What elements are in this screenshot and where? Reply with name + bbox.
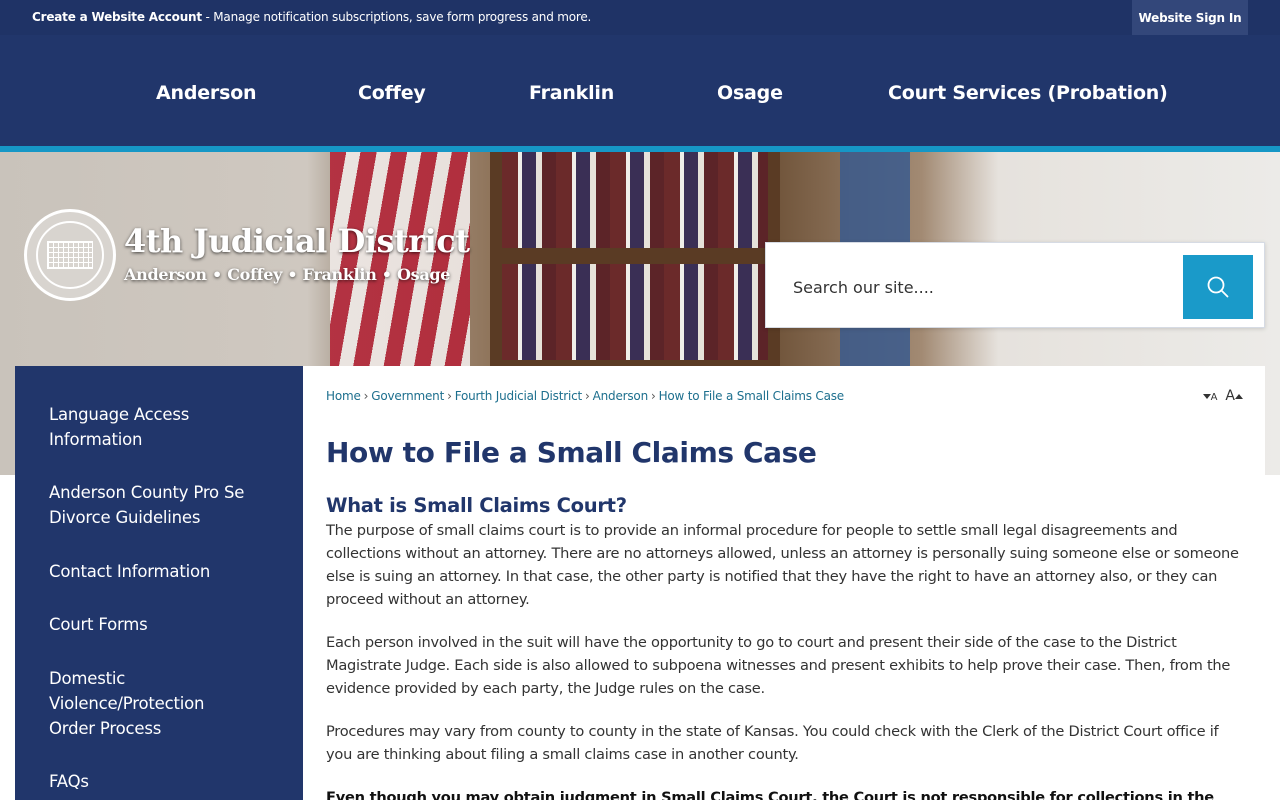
caret-down-icon <box>1202 394 1211 399</box>
nav-item-coffey[interactable]: Coffey <box>358 82 426 104</box>
increase-font-label: A <box>1225 388 1235 404</box>
kansas-map-icon <box>47 241 93 269</box>
top-utility-bar: Create a Website Account - Manage notifi… <box>0 0 1280 35</box>
sidebar-item-domestic-violence[interactable]: Domestic Violence/Protection Order Proce… <box>49 666 239 741</box>
decrease-font-size-button[interactable]: A <box>1202 392 1218 403</box>
website-sign-in-button[interactable]: Website Sign In <box>1132 0 1248 35</box>
breadcrumb-current-page[interactable]: How to File a Small Claims Case <box>659 389 845 403</box>
site-logo-title[interactable]: 4th Judicial District <box>124 222 470 260</box>
main-content: Home › Government › Fourth Judicial District… <box>303 366 1265 800</box>
breadcrumb-home[interactable]: Home <box>326 389 361 403</box>
sidebar-item-pro-se-divorce[interactable]: Anderson County Pro Se Divorce Guideline… <box>49 480 279 530</box>
paragraph-collections-notice: Even though you may obtain judgment in S… <box>326 789 1214 800</box>
sidebar-item-language-access[interactable]: Language Access Information <box>49 402 279 452</box>
search-button[interactable] <box>1183 255 1253 319</box>
site-search <box>765 242 1265 328</box>
seal-inner-ring <box>36 221 104 289</box>
decrease-font-label: A <box>1210 392 1218 403</box>
breadcrumb-government[interactable]: Government <box>371 389 444 403</box>
sidebar-item-faqs[interactable]: FAQs <box>49 769 279 794</box>
page-title: How to File a Small Claims Case <box>326 436 817 469</box>
paragraph-purpose: The purpose of small claims court is to … <box>326 522 1239 608</box>
breadcrumb-separator: › <box>650 389 656 403</box>
search-input[interactable] <box>774 256 1182 318</box>
breadcrumb: Home › Government › Fourth Judicial District… <box>326 389 844 403</box>
bookshelf-image <box>490 152 780 366</box>
create-account-description: - Manage notification subscriptions, sav… <box>201 10 592 24</box>
sidebar-item-court-forms[interactable]: Court Forms <box>49 612 279 637</box>
site-logo-subtitle: Anderson • Coffey • Franklin • Osage <box>124 265 451 284</box>
caret-up-icon <box>1235 394 1243 399</box>
district-court-seal-icon[interactable] <box>24 209 116 301</box>
font-size-controls: A A <box>1202 388 1243 404</box>
paragraph-procedures: Procedures may vary from county to count… <box>326 723 1219 763</box>
bookshelf-row-lower <box>502 264 768 360</box>
section-heading: What is Small Claims Court? <box>326 494 627 517</box>
breadcrumb-separator: › <box>363 389 369 403</box>
create-account-promo[interactable]: Create a Website Account - Manage notifi… <box>32 10 591 24</box>
paragraph-opportunity: Each person involved in the suit will ha… <box>326 634 1231 697</box>
bookshelf-row-upper <box>502 152 768 248</box>
breadcrumb-anderson[interactable]: Anderson <box>593 389 649 403</box>
nav-item-osage[interactable]: Osage <box>717 82 783 104</box>
breadcrumb-separator: › <box>585 389 590 403</box>
breadcrumb-fourth-judicial-district[interactable]: Fourth Judicial District <box>455 389 583 403</box>
increase-font-size-button[interactable]: A <box>1225 388 1243 404</box>
main-navigation: Anderson Coffey Franklin Osage Court Ser… <box>0 35 1280 146</box>
nav-item-court-services[interactable]: Court Services (Probation) <box>888 82 1168 104</box>
search-icon <box>1207 276 1229 298</box>
nav-item-anderson[interactable]: Anderson <box>156 82 257 104</box>
create-account-link[interactable]: Create a Website Account <box>32 10 202 24</box>
sidebar-item-contact-information[interactable]: Contact Information <box>49 559 279 584</box>
nav-item-franklin[interactable]: Franklin <box>529 82 614 104</box>
breadcrumb-separator: › <box>447 389 452 403</box>
sidebar-navigation: Language Access Information Anderson Cou… <box>15 366 303 800</box>
